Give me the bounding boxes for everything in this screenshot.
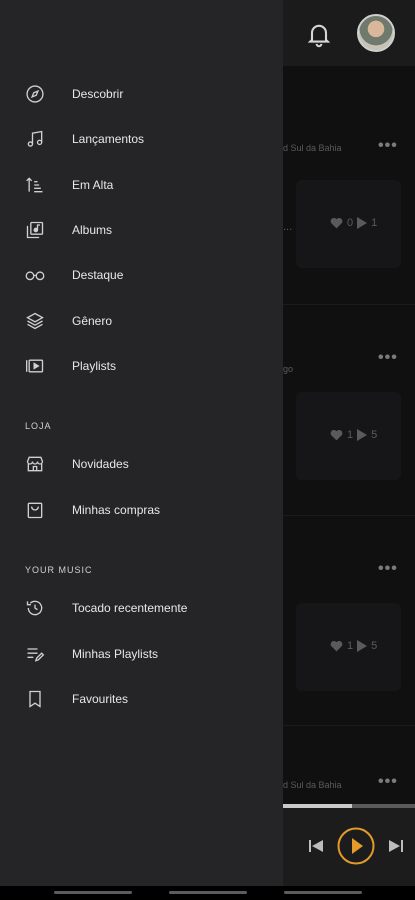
music-note-icon	[24, 128, 46, 150]
store-icon	[24, 453, 46, 475]
section-title-your-music: YOUR MUSIC	[25, 565, 93, 575]
drawer-item-playlists[interactable]: Playlists	[0, 346, 283, 386]
drawer-item-label: Descobrir	[72, 87, 124, 101]
drawer-item-label: Gênero	[72, 314, 113, 328]
drawer-item-label: Minhas Playlists	[72, 647, 159, 661]
notification-bell-icon[interactable]	[305, 20, 333, 48]
drawer-item-label: Destaque	[72, 268, 124, 282]
drawer-item-label: Albums	[72, 223, 113, 237]
drawer-item-tocado-recentemente[interactable]: Tocado recentemente	[0, 588, 283, 628]
playlist-video-icon	[24, 355, 46, 377]
previous-track-icon[interactable]	[309, 839, 323, 853]
next-track-icon[interactable]	[389, 839, 403, 853]
drawer-item-destaque[interactable]: Destaque	[0, 255, 283, 295]
playlist-edit-icon	[24, 643, 46, 665]
drawer-item-label: Em Alta	[72, 178, 114, 192]
history-icon	[24, 597, 46, 619]
mini-player	[283, 808, 415, 886]
drawer-item-label: Tocado recentemente	[72, 601, 188, 615]
album-library-icon	[24, 219, 46, 241]
drawer-item-label: Lançamentos	[72, 132, 145, 146]
shopping-bag-icon	[24, 499, 46, 521]
drawer-item-lancamentos[interactable]: Lançamentos	[0, 119, 283, 159]
drawer-item-favourites[interactable]: Favourites	[0, 679, 283, 719]
drawer-item-label: Novidades	[72, 457, 129, 471]
system-nav-home[interactable]	[169, 891, 247, 894]
bookmark-icon	[24, 688, 46, 710]
drawer-item-em-alta[interactable]: Em Alta	[0, 165, 283, 205]
drawer-item-label: Minhas compras	[72, 503, 161, 517]
drawer-item-minhas-playlists[interactable]: Minhas Playlists	[0, 634, 283, 674]
system-nav-recents[interactable]	[284, 891, 362, 894]
trending-sort-icon	[24, 174, 46, 196]
user-avatar[interactable]	[357, 14, 395, 52]
glasses-icon	[24, 264, 46, 286]
drawer-item-descobrir[interactable]: Descobrir	[0, 74, 283, 114]
system-nav-back[interactable]	[54, 891, 132, 894]
play-button[interactable]	[337, 827, 375, 865]
drawer-item-label: Playlists	[72, 359, 117, 373]
drawer-item-minhas-compras[interactable]: Minhas compras	[0, 490, 283, 530]
navigation-drawer: Descobrir Lançamentos Em Alta Albums Des…	[0, 0, 283, 886]
drawer-item-novidades[interactable]: Novidades	[0, 444, 283, 484]
compass-icon	[24, 83, 46, 105]
drawer-item-genero[interactable]: Gênero	[0, 301, 283, 341]
drawer-item-label: Favourites	[72, 692, 129, 706]
layers-icon	[24, 310, 46, 332]
drawer-item-albums[interactable]: Albums	[0, 210, 283, 250]
section-title-loja: LOJA	[25, 421, 52, 431]
